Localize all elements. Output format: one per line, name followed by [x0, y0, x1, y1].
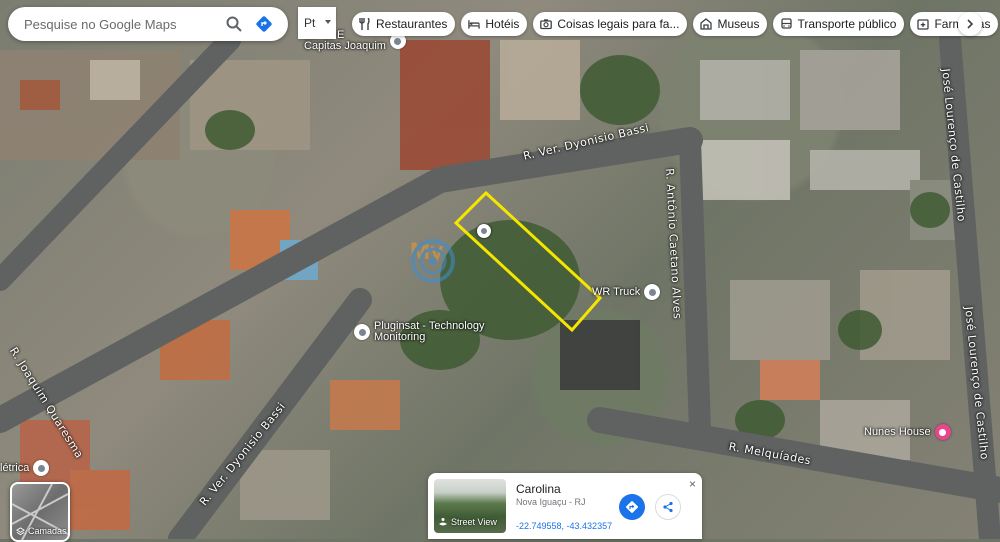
poi-label: Pluginsat - Technology Monitoring — [374, 321, 484, 343]
watermark-logo: My — [410, 238, 455, 283]
poi-eletrica[interactable]: létrica — [0, 460, 50, 476]
chip-coisas-legais[interactable]: Coisas legais para fa... — [533, 12, 688, 36]
chevron-right-icon — [967, 19, 974, 29]
layers-icon — [16, 526, 25, 535]
satellite-map[interactable]: My R. Ver. Dyonisio Bassi R. Ver. Dyonis… — [0, 0, 1000, 539]
chip-hoteis[interactable]: Hotéis — [461, 12, 528, 36]
layers-button[interactable]: Camadas — [10, 482, 70, 542]
place-coordinates[interactable]: -22.749558, -43.432357 — [516, 521, 612, 531]
place-pin-icon — [33, 460, 50, 476]
chip-label: Restaurantes — [376, 17, 448, 31]
language-label: Pt — [304, 16, 316, 30]
chip-label: Hotéis — [485, 17, 520, 31]
poi-label: Nunes House — [864, 426, 931, 438]
street-view-icon — [439, 518, 447, 526]
layers-label-group: Camadas — [16, 526, 67, 536]
poi-nunes-house[interactable]: Nunes House — [864, 424, 951, 440]
poi-label-line: Capitas Joaquim — [304, 40, 386, 52]
layers-label: Camadas — [28, 526, 67, 536]
place-card: Street View Carolina Nova Iguaçu - RJ -2… — [428, 473, 702, 539]
chip-transporte-publico[interactable]: Transporte público — [773, 12, 905, 36]
signal-logo-icon — [411, 239, 455, 283]
poi-label: WR Truck — [592, 286, 641, 298]
street-view-label: Street View — [451, 517, 497, 527]
place-title: Carolina — [516, 482, 561, 496]
map-imagery — [0, 29, 1000, 539]
place-pin-icon — [354, 324, 370, 340]
search-box — [8, 7, 288, 41]
directions-button[interactable] — [619, 494, 645, 520]
chip-museus[interactable]: Museus — [693, 12, 768, 36]
fork-knife-icon — [359, 18, 371, 30]
search-input[interactable] — [22, 15, 216, 33]
poi-label-line: Monitoring — [374, 331, 426, 343]
home-pin-icon — [934, 424, 951, 440]
bed-icon — [468, 18, 481, 30]
chips-next-button[interactable] — [958, 12, 982, 36]
share-button[interactable] — [655, 494, 681, 520]
poi-label: létrica — [0, 462, 30, 474]
bus-icon — [780, 18, 792, 30]
chip-farmacias[interactable]: Farmácias — [910, 12, 999, 36]
chip-label: Coisas legais para fa... — [557, 17, 680, 31]
language-selector[interactable]: Pt — [298, 7, 336, 39]
poi-wr-truck[interactable]: WR Truck — [592, 284, 661, 300]
street-view-label-group: Street View — [438, 517, 497, 527]
directions-icon[interactable] — [252, 12, 276, 36]
close-icon[interactable]: × — [689, 477, 696, 491]
pharmacy-icon — [917, 18, 930, 30]
search-icon[interactable] — [222, 12, 246, 36]
place-subtitle: Nova Iguaçu - RJ — [516, 497, 586, 507]
camera-icon — [540, 18, 553, 30]
museum-icon — [700, 18, 713, 30]
chip-restaurantes[interactable]: Restaurantes — [352, 12, 456, 36]
poi-pluginsat[interactable]: Pluginsat - Technology Monitoring — [354, 321, 484, 343]
category-chips: Restaurantes Hotéis Coisas legais para f… — [352, 12, 999, 36]
street-view-thumbnail[interactable]: Street View — [434, 479, 506, 533]
share-icon — [663, 501, 673, 513]
place-pin-icon — [644, 284, 661, 300]
chip-label: Transporte público — [797, 17, 897, 31]
chevron-down-icon — [325, 20, 331, 24]
chip-label: Museus — [717, 17, 760, 31]
selected-location-pin-icon[interactable] — [477, 224, 491, 238]
directions-icon — [626, 501, 638, 513]
